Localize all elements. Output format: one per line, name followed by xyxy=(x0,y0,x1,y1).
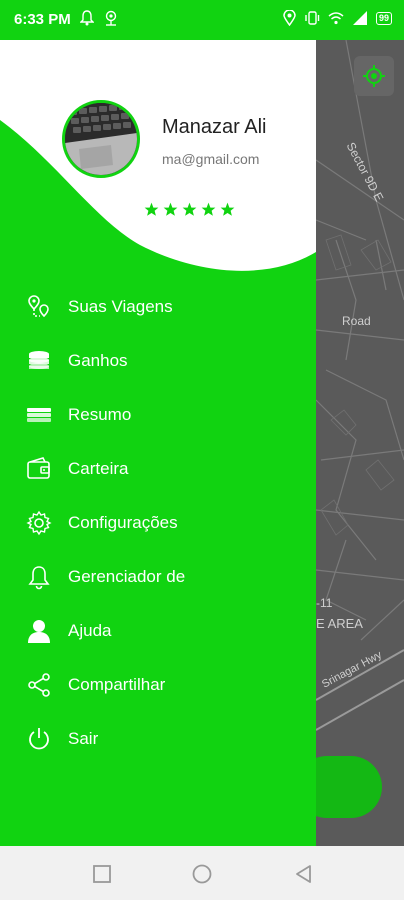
signal-icon xyxy=(352,11,367,25)
power-icon xyxy=(29,728,49,750)
user-icon xyxy=(28,620,50,643)
menu-item-label: Compartilhar xyxy=(68,675,166,694)
bell-icon xyxy=(28,566,50,590)
wifi-icon xyxy=(328,12,344,25)
home-button[interactable] xyxy=(192,864,212,884)
share-icon xyxy=(28,673,50,697)
status-time: 6:33 PM xyxy=(14,11,71,28)
trips-pin-icon xyxy=(28,295,49,318)
menu-item-label: Configurações xyxy=(68,513,178,532)
menu-item-label: Sair xyxy=(68,729,99,748)
menu-item-label: Suas Viagens xyxy=(68,297,173,316)
menu-item-compartilhar[interactable]: Compartilhar xyxy=(0,658,316,712)
wallet-icon xyxy=(27,457,50,479)
menu-item-ganhos[interactable]: Ganhos xyxy=(0,334,316,388)
menu-item-sair[interactable]: Sair xyxy=(0,712,316,766)
crosshair-icon xyxy=(363,65,385,87)
location-outline-icon xyxy=(105,10,117,26)
recents-button[interactable] xyxy=(92,864,112,884)
menu-item-configuracoes[interactable]: Configurações xyxy=(0,496,316,550)
location-pin-icon xyxy=(283,10,296,26)
menu-item-carteira[interactable]: Carteira xyxy=(0,442,316,496)
menu-item-label: Gerenciador de xyxy=(68,567,186,586)
menu-item-resumo[interactable]: Resumo xyxy=(0,388,316,442)
avatar[interactable] xyxy=(62,100,140,178)
menu-item-label: Ganhos xyxy=(68,351,128,370)
star-icon xyxy=(163,202,178,216)
action-button[interactable] xyxy=(316,756,382,818)
star-icon xyxy=(182,202,197,216)
coins-icon xyxy=(29,351,49,369)
menu-item-suas-viagens[interactable]: Suas Viagens xyxy=(0,280,316,334)
header-wave xyxy=(0,40,316,271)
menu-item-gerenciador[interactable]: Gerenciador de xyxy=(0,550,316,604)
status-bar: 6:33 PM 99 xyxy=(0,0,404,40)
back-button[interactable] xyxy=(294,864,314,884)
system-nav-bar xyxy=(0,846,404,900)
map-view[interactable]: Sector 9D E Road -11 E AREA Srinagar Hwy xyxy=(316,40,404,846)
star-icon xyxy=(220,202,235,216)
vibrate-icon xyxy=(305,11,320,25)
cash-stack-icon xyxy=(27,408,51,422)
star-icon xyxy=(201,202,216,216)
menu-item-label: Ajuda xyxy=(68,621,112,640)
menu-item-label: Carteira xyxy=(68,459,129,478)
star-icon xyxy=(144,202,159,216)
my-location-button[interactable] xyxy=(354,56,394,96)
navigation-drawer: Manazar Ali ma@gmail.com Suas Viagens Ga… xyxy=(0,40,316,846)
menu-item-ajuda[interactable]: Ajuda xyxy=(0,604,316,658)
gear-icon xyxy=(26,510,52,536)
map-label: Road xyxy=(342,314,371,328)
bell-icon xyxy=(80,10,94,26)
map-label: -11 xyxy=(316,596,333,610)
battery-icon: 99 xyxy=(375,11,392,25)
profile-name: Manazar Ali xyxy=(162,116,267,138)
laptop-keyboard-image xyxy=(65,103,137,175)
profile-email: ma@gmail.com xyxy=(162,151,260,167)
map-label: E AREA xyxy=(316,616,363,631)
drawer-menu: Suas Viagens Ganhos Resumo Carteira Conf… xyxy=(0,280,316,766)
menu-item-label: Resumo xyxy=(68,405,132,424)
rating-stars xyxy=(144,202,235,217)
